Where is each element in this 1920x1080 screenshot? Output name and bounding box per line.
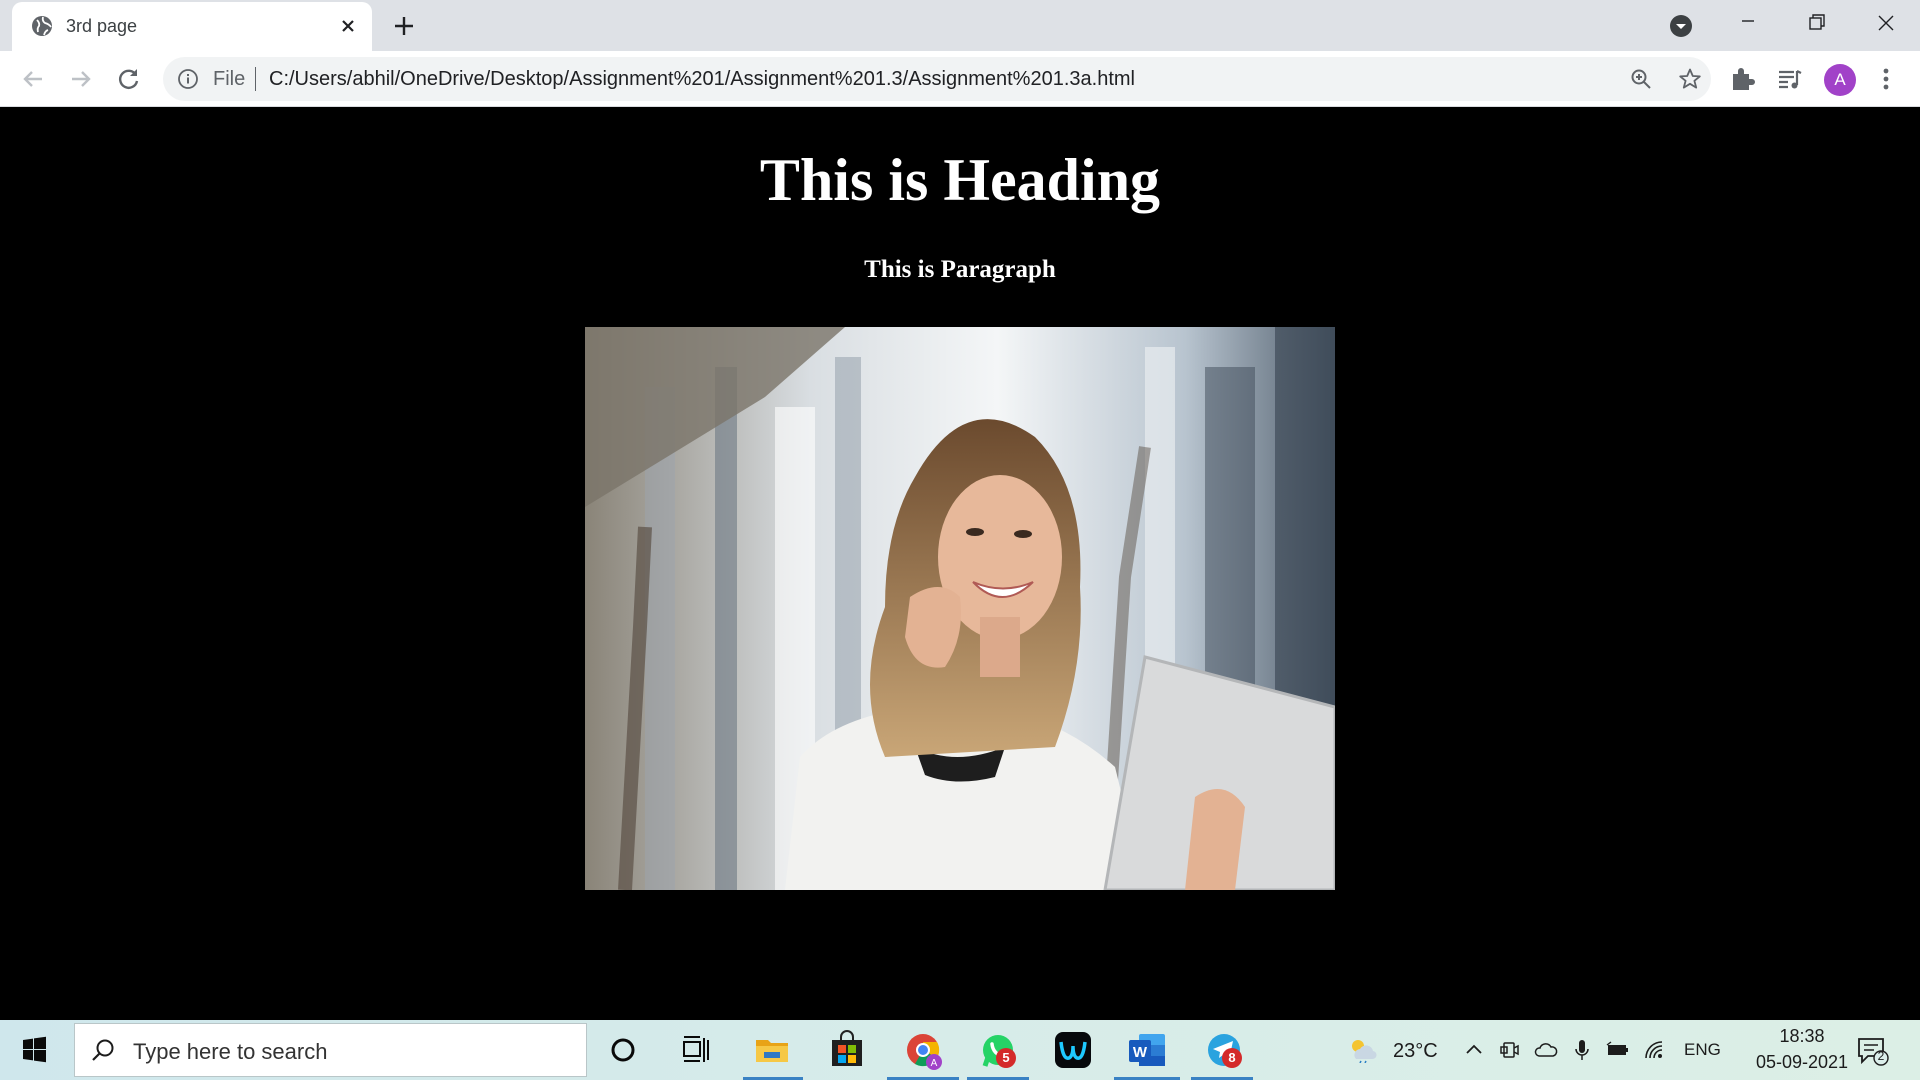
meet-icon[interactable] (1498, 1038, 1522, 1062)
chevron-up-icon[interactable] (1462, 1038, 1486, 1062)
webex-icon[interactable] (1051, 1028, 1095, 1072)
svg-text:W: W (1133, 1044, 1148, 1061)
woman-photo (585, 327, 1335, 890)
extensions-icon[interactable] (1728, 65, 1756, 93)
taskbar-search[interactable]: Type here to search (74, 1023, 587, 1077)
browser-toolbar: File C:/Users/abhil/OneDrive/Desktop/Ass… (0, 51, 1920, 107)
chrome-icon[interactable]: A (901, 1028, 945, 1072)
store-icon[interactable] (825, 1028, 869, 1072)
minimize-icon[interactable] (1728, 8, 1768, 38)
zoom-icon[interactable] (1629, 67, 1653, 91)
media-icon[interactable] (1776, 65, 1804, 93)
forward-icon[interactable] (66, 64, 96, 94)
star-icon[interactable] (1678, 67, 1702, 91)
reload-icon[interactable] (114, 64, 144, 94)
mic-icon[interactable] (1570, 1038, 1594, 1062)
address-bar[interactable]: File C:/Users/abhil/OneDrive/Desktop/Ass… (163, 57, 1711, 101)
tab-title: 3rd page (66, 16, 138, 36)
task-view-icon[interactable] (674, 1028, 718, 1072)
file-scheme-label: File (213, 68, 246, 90)
temperature[interactable]: 23°C (1393, 1040, 1438, 1063)
plus-icon[interactable] (390, 12, 418, 40)
info-icon[interactable] (177, 68, 199, 90)
web-page: This is Heading This is Paragraph (0, 108, 1920, 1020)
address-separator (255, 67, 256, 91)
telegram-badge: 8 (1222, 1048, 1242, 1068)
profile-avatar[interactable]: A (1824, 64, 1856, 96)
onedrive-icon[interactable] (1534, 1038, 1558, 1062)
battery-icon[interactable] (1606, 1038, 1630, 1062)
word-icon[interactable]: W (1125, 1028, 1169, 1072)
windows-icon[interactable] (14, 1034, 54, 1066)
restore-icon[interactable] (1796, 8, 1836, 38)
tab-strip: 3rd page (0, 0, 1920, 51)
menu-icon[interactable] (1872, 65, 1900, 93)
language-indicator[interactable]: ENG (1684, 1040, 1721, 1060)
page-heading: This is Heading (759, 147, 1161, 213)
tab-search-icon[interactable] (1668, 13, 1694, 39)
search-icon (92, 1039, 114, 1061)
whatsapp-badge: 5 (996, 1048, 1016, 1068)
clock-date[interactable]: 05-09-2021 (1730, 1052, 1874, 1073)
clock-time[interactable]: 18:38 (1760, 1026, 1844, 1047)
globe-icon (32, 16, 52, 36)
tab-active[interactable]: 3rd page (12, 2, 372, 51)
cortana-icon[interactable] (601, 1028, 645, 1072)
notification-count: 2 (1877, 1049, 1885, 1063)
back-icon[interactable] (18, 64, 48, 94)
file-explorer-icon[interactable] (750, 1028, 794, 1072)
wifi-icon[interactable] (1642, 1038, 1666, 1062)
weather-icon[interactable] (1348, 1037, 1378, 1063)
search-placeholder: Type here to search (133, 1039, 328, 1064)
url-text[interactable]: C:/Users/abhil/OneDrive/Desktop/Assignme… (269, 68, 1135, 91)
page-paragraph: This is Paragraph (864, 256, 1056, 283)
close-window-icon[interactable] (1866, 8, 1906, 38)
close-icon[interactable] (337, 15, 359, 37)
taskbar: Type here to search A 5 W 8 23°C ENG 18:… (0, 1020, 1920, 1080)
svg-text:A: A (931, 1058, 938, 1069)
